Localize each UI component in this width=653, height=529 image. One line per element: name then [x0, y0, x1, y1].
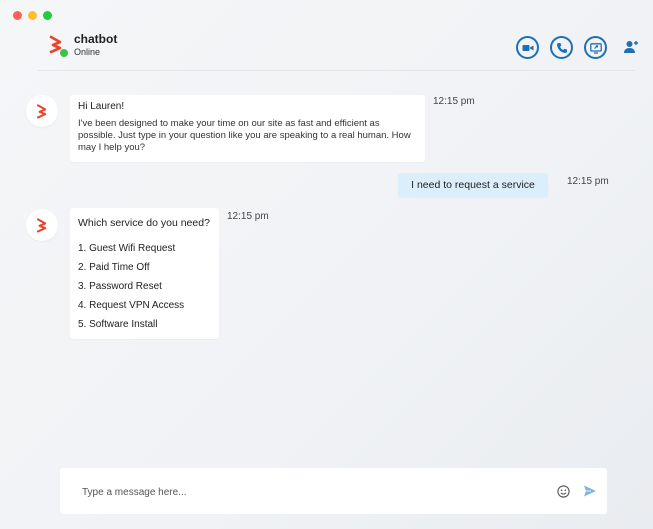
close-window-button[interactable]	[13, 11, 22, 20]
service-option[interactable]: 1. Guest Wifi Request	[78, 239, 211, 258]
chatbot-logo-icon	[36, 218, 47, 233]
minimize-window-button[interactable]	[28, 11, 37, 20]
chat-window: chatbot Online Hi Lauren! I've been desi…	[0, 0, 653, 529]
message-composer	[60, 468, 607, 514]
service-option[interactable]: 2. Paid Time Off	[78, 258, 211, 277]
add-user-icon[interactable]	[623, 39, 639, 55]
screen-share-button[interactable]	[584, 36, 607, 59]
message-greeting: Hi Lauren!	[78, 101, 125, 112]
message-text: I've been designed to make your time on …	[78, 118, 411, 153]
screen-share-icon	[589, 42, 602, 54]
video-call-button[interactable]	[516, 36, 539, 59]
message-text: I need to request a service	[411, 179, 535, 191]
message-timestamp: 12:15 pm	[433, 96, 475, 107]
user-message-bubble: I need to request a service	[398, 173, 548, 197]
service-option[interactable]: 3. Password Reset	[78, 277, 211, 296]
emoji-icon[interactable]	[557, 485, 570, 498]
bot-name: chatbot	[74, 32, 118, 46]
bot-message-bubble: Hi Lauren! I've been designed to make yo…	[70, 95, 425, 162]
message-timestamp: 12:15 pm	[567, 176, 609, 187]
chatbot-logo-icon	[36, 104, 47, 119]
bot-avatar	[26, 95, 58, 127]
bot-avatar	[26, 209, 58, 241]
bot-status: Online	[74, 47, 101, 57]
service-option[interactable]: 5. Software Install	[78, 315, 211, 334]
maximize-window-button[interactable]	[43, 11, 52, 20]
phone-icon	[556, 42, 567, 53]
message-timestamp: 12:15 pm	[227, 211, 269, 222]
service-option[interactable]: 4. Request VPN Access	[78, 296, 211, 315]
chat-header: chatbot Online	[38, 28, 638, 71]
message-question: Which service do you need?	[78, 217, 210, 229]
phone-call-button[interactable]	[550, 36, 573, 59]
window-controls	[13, 11, 52, 20]
bot-options-bubble: Which service do you need? 1. Guest Wifi…	[70, 208, 219, 339]
video-call-icon	[522, 44, 533, 51]
send-icon[interactable]	[583, 484, 597, 498]
message-input[interactable]	[80, 480, 524, 504]
online-status-dot	[59, 48, 69, 58]
